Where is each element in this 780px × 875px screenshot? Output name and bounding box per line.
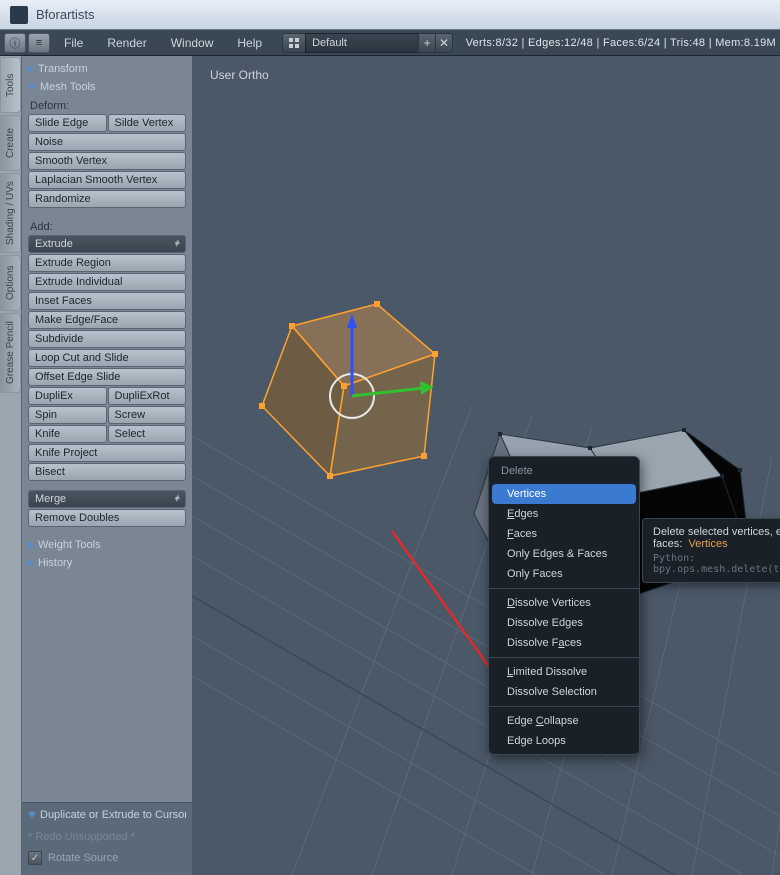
slide-vertex-button[interactable]: Silde Vertex: [108, 114, 187, 132]
deform-section-label: Deform:: [28, 96, 186, 114]
menu-option-edge-collapse[interactable]: Edge Collapse: [489, 711, 639, 731]
chevron-right-icon: [28, 65, 34, 73]
slide-edge-button[interactable]: Slide Edge: [28, 114, 107, 132]
viewport-scene: [192, 56, 780, 875]
menu-option-vertices[interactable]: Vertices: [492, 484, 636, 504]
menu-render[interactable]: Render: [95, 36, 158, 50]
mesh-tools-header-label: Mesh Tools: [40, 81, 95, 93]
vtab-shading-uvs[interactable]: Shading / UVs: [0, 173, 21, 253]
knife-button[interactable]: Knife: [28, 425, 107, 443]
remove-doubles-button[interactable]: Remove Doubles: [28, 509, 186, 527]
transform-header-label: Transform: [38, 63, 88, 75]
redo-unsupported-label: * Redo Unsupported *: [28, 827, 186, 847]
offset-edge-slide-button[interactable]: Offset Edge Slide: [28, 368, 186, 386]
chevron-down-icon: [28, 84, 36, 90]
tooltip-python: Python: bpy.ops.mesh.delete(type='VERT'): [653, 553, 780, 575]
layout-add-button[interactable]: +: [418, 33, 436, 53]
menu-option-faces[interactable]: Faces: [489, 524, 639, 544]
extrude-dropdown[interactable]: Extrude: [28, 235, 186, 253]
screw-button[interactable]: Screw: [108, 406, 187, 424]
bisect-button[interactable]: Bisect: [28, 463, 186, 481]
loop-cut-slide-button[interactable]: Loop Cut and Slide: [28, 349, 186, 367]
menu-divider: [489, 706, 639, 707]
vtab-create[interactable]: Create: [0, 115, 21, 171]
dupliex-button[interactable]: DupliEx: [28, 387, 107, 405]
tooltip: Delete selected vertices, edges or faces…: [642, 518, 780, 583]
rotate-source-label: Rotate Source: [48, 852, 118, 864]
smooth-vertex-button[interactable]: Smooth Vertex: [28, 152, 186, 170]
menu-toggle-button[interactable]: ≡: [28, 33, 50, 53]
tooltip-text: Delete selected vertices, edges or faces…: [653, 526, 780, 550]
knife-project-button[interactable]: Knife Project: [28, 444, 186, 462]
randomize-button[interactable]: Randomize: [28, 190, 186, 208]
menu-window[interactable]: Window: [159, 36, 226, 50]
menu-option-dissolve-faces[interactable]: Dissolve Faces: [489, 633, 639, 653]
window-title: Bforartists: [36, 7, 95, 22]
operator-title: Duplicate or Extrude to Cursor: [40, 809, 186, 821]
layout-selector: Default + ✕: [282, 33, 453, 53]
top-menubar: ⓘ ≡ File Render Window Help Default + ✕ …: [0, 30, 780, 56]
extrude-region-button[interactable]: Extrude Region: [28, 254, 186, 272]
menu-option-dissolve-vertices[interactable]: Dissolve Vertices: [489, 593, 639, 613]
menu-option-dissolve-edges[interactable]: Dissolve Edges: [489, 613, 639, 633]
chevron-down-icon: [28, 812, 36, 818]
scene-stats: Verts:8/32 | Edges:12/48 | Faces:6/24 | …: [466, 37, 776, 49]
spin-button[interactable]: Spin: [28, 406, 107, 424]
layout-dropdown[interactable]: Default: [305, 33, 419, 53]
chevron-right-icon: [28, 541, 34, 549]
info-icon-button[interactable]: ⓘ: [4, 33, 26, 53]
3d-viewport[interactable]: User Ortho: [192, 56, 780, 875]
history-label: History: [38, 557, 72, 569]
operator-panel-header[interactable]: Duplicate or Extrude to Cursor: [28, 809, 186, 821]
layout-close-button[interactable]: ✕: [435, 33, 453, 53]
noise-button[interactable]: Noise: [28, 133, 186, 151]
chevron-right-icon: [28, 559, 34, 567]
subdivide-button[interactable]: Subdivide: [28, 330, 186, 348]
window-titlebar: Bforartists: [0, 0, 780, 30]
dupliexrot-button[interactable]: DupliExRot: [108, 387, 187, 405]
rotate-source-checkbox[interactable]: ✓: [28, 851, 42, 865]
vertical-tabs: Tools Create Shading / UVs Options Greas…: [0, 56, 22, 875]
vtab-tools[interactable]: Tools: [0, 57, 21, 113]
menu-divider: [489, 657, 639, 658]
weight-tools-panel-header[interactable]: Weight Tools: [28, 536, 186, 554]
menu-option-dissolve-selection[interactable]: Dissolve Selection: [489, 682, 639, 702]
history-panel-header[interactable]: History: [28, 554, 186, 572]
menu-option-edges[interactable]: Edges: [489, 504, 639, 524]
vtab-grease-pencil[interactable]: Grease Pencil: [0, 313, 21, 393]
menu-divider: [489, 588, 639, 589]
layout-grid-button[interactable]: [282, 33, 306, 53]
selected-cube[interactable]: [259, 301, 438, 479]
mesh-tools-panel-header[interactable]: Mesh Tools: [28, 78, 186, 96]
menu-option-only-faces[interactable]: Only Faces: [489, 564, 639, 584]
menu-option-limited-dissolve[interactable]: Limited Dissolve: [489, 662, 639, 682]
app-icon: [10, 6, 28, 24]
delete-context-menu: Delete Vertices Edges Faces Only Edges &…: [488, 456, 640, 755]
select-button[interactable]: Select: [108, 425, 187, 443]
add-section-label: Add:: [28, 217, 186, 235]
transform-panel-header[interactable]: Transform: [28, 60, 186, 78]
merge-dropdown[interactable]: Merge: [28, 490, 186, 508]
menu-option-only-edges-faces[interactable]: Only Edges & Faces: [489, 544, 639, 564]
operator-panel: Duplicate or Extrude to Cursor * Redo Un…: [22, 802, 192, 875]
make-edge-face-button[interactable]: Make Edge/Face: [28, 311, 186, 329]
vtab-options[interactable]: Options: [0, 255, 21, 311]
rotate-source-row[interactable]: ✓ Rotate Source: [28, 847, 186, 869]
weight-tools-label: Weight Tools: [38, 539, 101, 551]
context-menu-title: Delete: [489, 460, 639, 484]
menu-help[interactable]: Help: [225, 36, 274, 50]
menu-option-edge-loops[interactable]: Edge Loops: [489, 731, 639, 751]
laplacian-smooth-vertex-button[interactable]: Laplacian Smooth Vertex: [28, 171, 186, 189]
tool-panel: Transform Mesh Tools Deform: Slide Edge …: [22, 56, 192, 875]
extrude-individual-button[interactable]: Extrude Individual: [28, 273, 186, 291]
inset-faces-button[interactable]: Inset Faces: [28, 292, 186, 310]
menu-file[interactable]: File: [52, 36, 95, 50]
